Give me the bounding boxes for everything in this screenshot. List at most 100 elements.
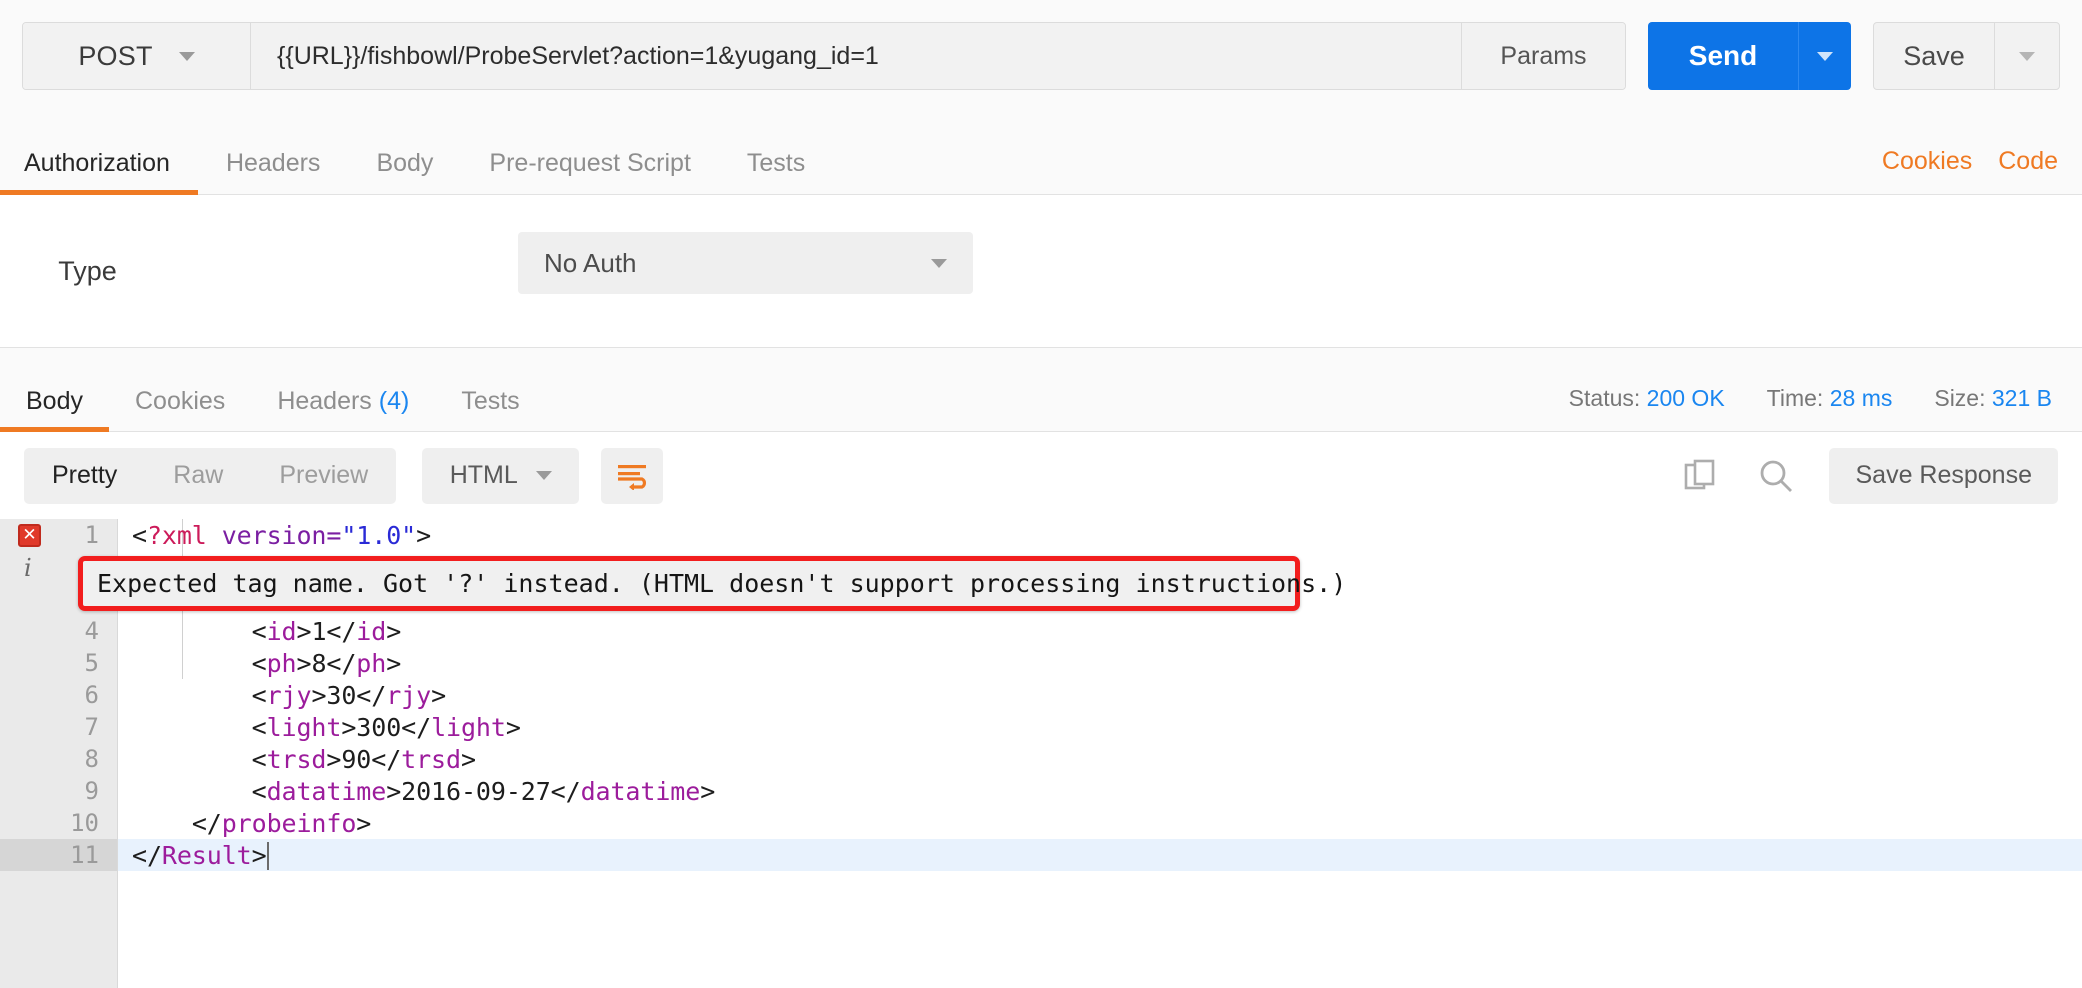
copy-icon (1685, 459, 1715, 489)
line-number: 9 (0, 775, 118, 807)
size-label: Size: (1934, 385, 1986, 411)
code-line-8: <trsd>90</trsd> (251, 744, 476, 774)
request-tab-bar: Authorization Headers Body Pre-request S… (0, 112, 2082, 195)
size-meta: Size: 321 B (1934, 385, 2052, 412)
response-tab-cookies[interactable]: Cookies (109, 389, 251, 431)
editor-row[interactable]: 4 <id>1</id> (0, 615, 2082, 647)
editor-row[interactable]: 5 <ph>8</ph> (0, 647, 2082, 679)
editor-row[interactable]: 8 <trsd>90</trsd> (0, 743, 2082, 775)
word-wrap-icon (618, 464, 647, 490)
time-label: Time: (1766, 385, 1824, 411)
http-method-select[interactable]: POST (23, 23, 251, 89)
url-input[interactable]: {{URL}}/fishbowl/ProbeServlet?action=1&y… (251, 23, 1462, 89)
editor-row[interactable]: 10 </probeinfo> (0, 807, 2082, 839)
request-tab-bar-actions: Cookies Code (1882, 147, 2082, 194)
code-link[interactable]: Code (1998, 147, 2058, 176)
editor-row-active[interactable]: 11 </Result> (0, 839, 2082, 871)
cookies-link[interactable]: Cookies (1882, 147, 1972, 176)
chevron-down-icon (178, 51, 195, 61)
url-text: {{URL}}/fishbowl/ProbeServlet?action=1&y… (277, 41, 879, 70)
send-options-button[interactable] (1798, 22, 1851, 90)
size-value: 321 B (1991, 385, 2052, 411)
code-line-11: </Result> (132, 840, 269, 870)
line-number-label: 6 (84, 681, 99, 709)
status-meta: Status: 200 OK (1569, 385, 1725, 412)
response-meta: Status: 200 OK Time: 28 ms Size: 321 B (1569, 385, 2082, 431)
view-mode-raw[interactable]: Raw (145, 448, 251, 504)
code-line-4: <id>1</id> (251, 616, 402, 646)
tab-body[interactable]: Body (348, 151, 461, 194)
search-icon (1761, 460, 1793, 492)
save-button[interactable]: Save (1874, 23, 1994, 89)
view-mode-pretty[interactable]: Pretty (24, 448, 145, 504)
response-code-editor[interactable]: ✕ 1 <?xml version="1.0"> i 2 3 4 <id>1</… (0, 519, 2082, 988)
send-button-group: Send (1648, 22, 1851, 90)
word-wrap-button[interactable] (601, 447, 664, 504)
response-body-toolbar: Pretty Raw Preview HTML Save Response (0, 432, 2082, 519)
search-button[interactable] (1753, 453, 1799, 499)
code-line-1: <?xml version="1.0"> (132, 520, 432, 550)
save-options-button[interactable] (1994, 23, 2059, 89)
line-number-label: 7 (84, 713, 99, 741)
line-number-label: 8 (84, 745, 99, 773)
response-tab-tests[interactable]: Tests (435, 389, 545, 431)
auth-type-label: Type (58, 255, 117, 286)
time-meta: Time: 28 ms (1767, 385, 1893, 412)
view-mode-preview[interactable]: Preview (251, 448, 396, 504)
auth-type-value: No Auth (544, 247, 637, 278)
text-cursor (266, 841, 269, 870)
line-number: 5 (0, 647, 118, 679)
response-format-select[interactable]: HTML (422, 447, 580, 504)
code-line-5: <ph>8</ph> (251, 648, 402, 678)
status-label: Status: (1568, 385, 1641, 411)
editor-row[interactable]: 6 <rjy>30</rjy> (0, 679, 2082, 711)
copy-button[interactable] (1677, 453, 1723, 499)
tab-pre-request-script[interactable]: Pre-request Script (461, 151, 718, 194)
chevron-down-icon (535, 471, 552, 480)
tab-tests[interactable]: Tests (719, 151, 833, 194)
send-button[interactable]: Send (1648, 22, 1798, 90)
code-line-7: <light>300</light> (251, 712, 521, 742)
editor-row[interactable]: 9 <datatime>2016-09-27</datatime> (0, 775, 2082, 807)
editor-row[interactable]: 7 <light>300</light> (0, 711, 2082, 743)
line-number: 11 (0, 839, 118, 871)
response-tab-headers[interactable]: Headers (4) (251, 389, 435, 431)
tab-authorization[interactable]: Authorization (0, 151, 198, 195)
chevron-down-icon (1817, 51, 1833, 61)
line-number-label: 9 (84, 777, 99, 805)
save-button-group: Save (1873, 22, 2060, 90)
response-toolbar-actions: Save Response (1677, 447, 2058, 504)
info-icon[interactable]: i (24, 554, 32, 582)
line-number: ✕ 1 (0, 519, 118, 551)
code-line-9: <datatime>2016-09-27</datatime> (251, 776, 716, 806)
code-line-6: <rjy>30</rjy> (251, 680, 447, 710)
chevron-down-icon (2019, 51, 2035, 61)
view-mode-segmented-control: Pretty Raw Preview (24, 447, 397, 504)
line-number-label: 4 (84, 617, 99, 645)
params-button[interactable]: Params (1462, 23, 1625, 89)
headers-count-badge: (4) (378, 387, 410, 415)
line-number: 4 (0, 615, 118, 647)
save-response-button[interactable]: Save Response (1829, 447, 2058, 504)
line-number: 6 (0, 679, 118, 711)
error-tooltip: Expected tag name. Got '?' instead. (HTM… (78, 556, 1346, 611)
response-format-value: HTML (449, 461, 518, 489)
line-number-label: 11 (70, 841, 99, 869)
http-method-label: POST (78, 40, 153, 71)
response-tab-bar: Body Cookies Headers (4) Tests Status: 2… (0, 347, 2082, 432)
request-url-bar: POST {{URL}}/fishbowl/ProbeServlet?actio… (0, 0, 2082, 112)
editor-row[interactable]: ✕ 1 <?xml version="1.0"> (0, 519, 2082, 551)
status-value: 200 OK (1646, 385, 1725, 411)
auth-type-select[interactable]: No Auth (518, 232, 973, 294)
response-tab-body[interactable]: Body (0, 389, 109, 432)
method-url-group: POST {{URL}}/fishbowl/ProbeServlet?actio… (22, 22, 1626, 90)
authorization-pane: Type (0, 195, 2082, 347)
line-number: 10 (0, 807, 118, 839)
line-number-label: 1 (84, 521, 99, 549)
response-tab-headers-label: Headers (277, 387, 372, 415)
time-value: 28 ms (1829, 385, 1893, 411)
line-number-label: 10 (70, 809, 99, 837)
error-x-icon[interactable]: ✕ (18, 524, 41, 547)
tab-headers[interactable]: Headers (198, 151, 349, 194)
chevron-down-icon (931, 258, 947, 268)
